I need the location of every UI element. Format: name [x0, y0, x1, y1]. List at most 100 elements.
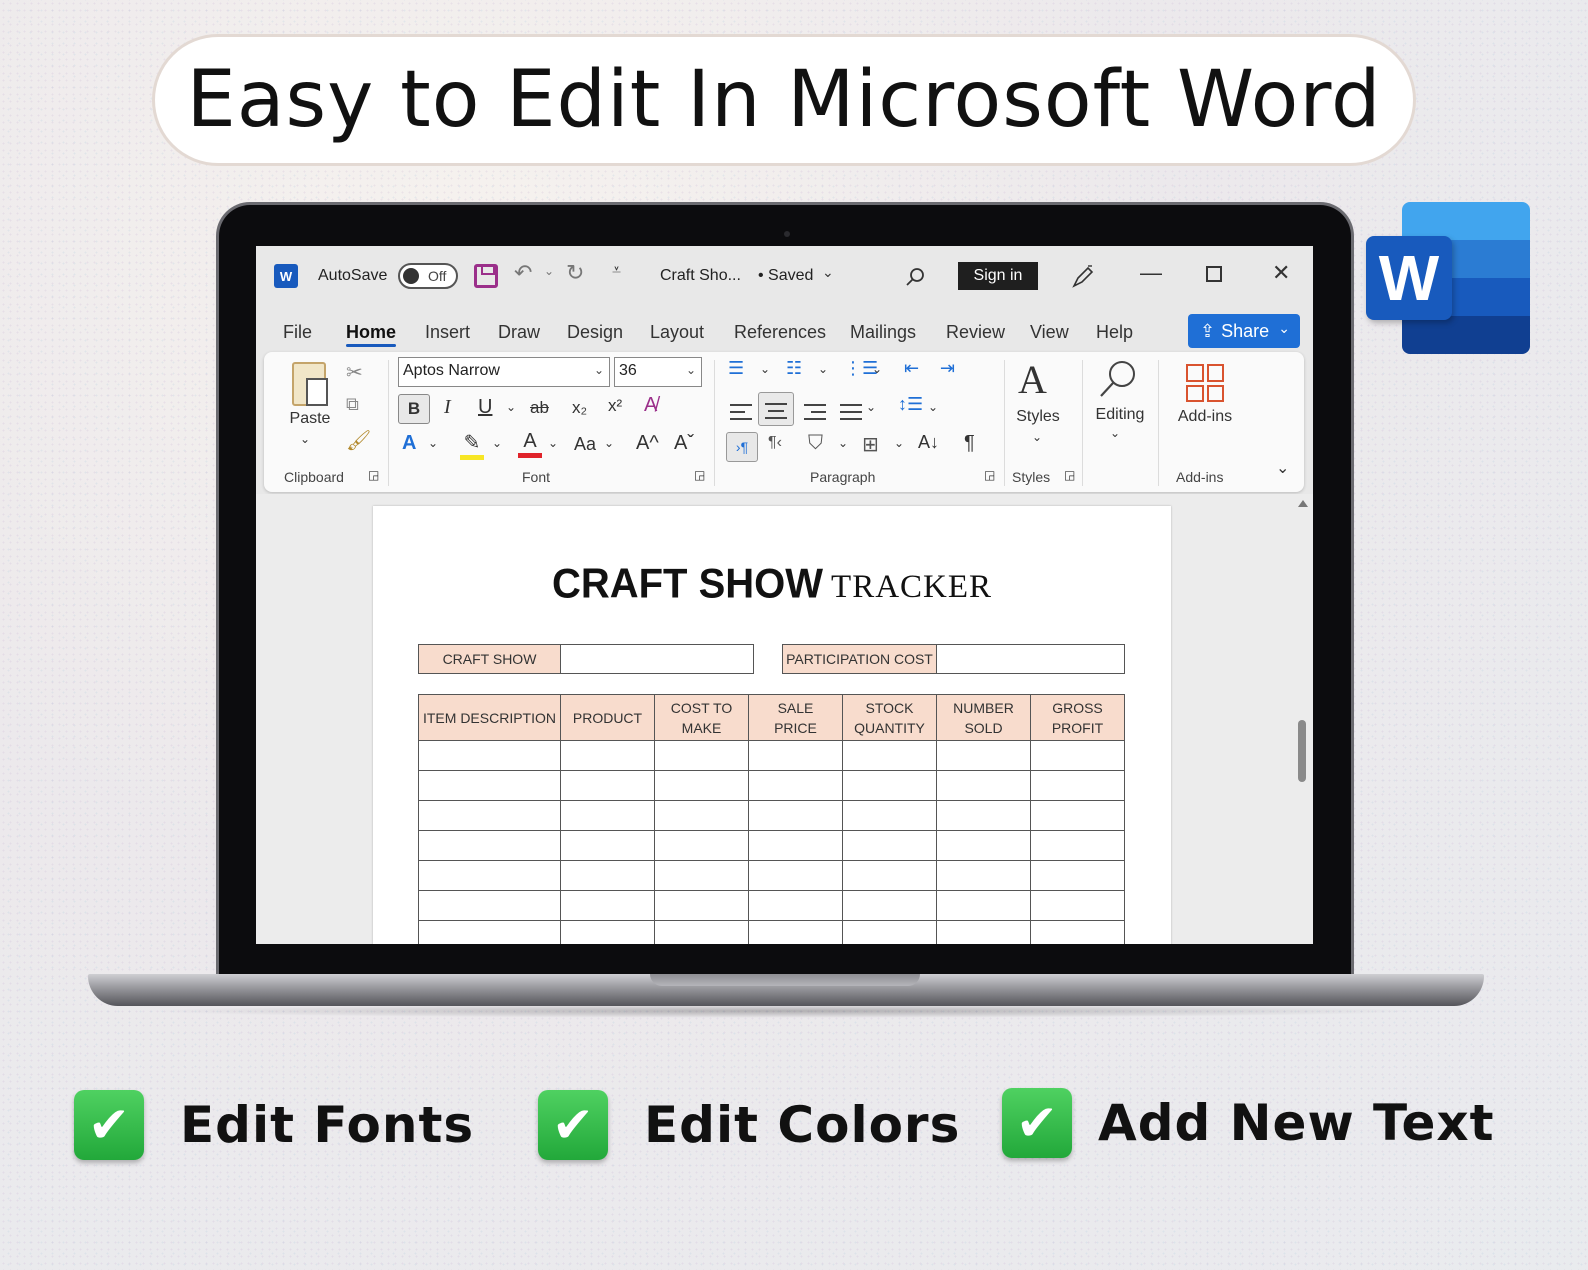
grow-font-button[interactable]: A^ [636, 432, 659, 455]
chevron-down-icon[interactable]: ⌄ [866, 400, 876, 414]
search-icon[interactable] [904, 266, 926, 288]
justify-icon[interactable] [840, 404, 862, 425]
table-cell[interactable] [418, 740, 561, 771]
tab-insert[interactable]: Insert [425, 322, 470, 343]
sort-icon[interactable]: A↓ [918, 432, 939, 453]
table-cell[interactable] [748, 920, 843, 944]
sign-in-button[interactable]: Sign in [958, 262, 1038, 290]
table-cell[interactable] [418, 830, 561, 861]
chevron-down-icon[interactable]: ⌄ [894, 436, 904, 450]
subscript-button[interactable]: x₂ [572, 398, 587, 418]
bullets-icon[interactable]: ☰ [728, 358, 744, 379]
table-cell[interactable] [842, 860, 937, 891]
chevron-down-icon[interactable]: ⌄ [822, 264, 834, 281]
cut-icon[interactable]: ✂ [346, 360, 363, 385]
chevron-down-icon[interactable]: ⌄ [492, 436, 502, 450]
table-cell[interactable] [936, 920, 1031, 944]
table-cell[interactable] [842, 890, 937, 921]
add-ins-button-label[interactable]: Add-ins [1166, 408, 1244, 426]
vertical-scrollbar[interactable] [1296, 494, 1310, 944]
table-cell[interactable] [418, 890, 561, 921]
autosave-toggle[interactable]: Off [398, 263, 458, 289]
table-cell[interactable] [654, 860, 749, 891]
paste-icon[interactable] [292, 362, 328, 406]
table-cell[interactable] [936, 890, 1031, 921]
paste-label[interactable]: Paste [282, 410, 338, 428]
table-cell[interactable] [748, 800, 843, 831]
table-cell[interactable] [1030, 890, 1125, 921]
redo-icon[interactable]: ↻ [566, 260, 584, 286]
designer-pen-icon[interactable] [1070, 264, 1096, 290]
decrease-indent-icon[interactable]: ⇤ [904, 358, 919, 379]
text-effects-icon[interactable]: A [402, 432, 416, 455]
dialog-launcher-icon[interactable]: ◲ [984, 468, 995, 482]
rtl-paragraph-icon[interactable]: ¶‹ [768, 434, 782, 452]
table-cell[interactable] [842, 920, 937, 944]
table-cell[interactable] [842, 740, 937, 771]
table-cell[interactable] [1030, 860, 1125, 891]
table-cell[interactable] [1030, 740, 1125, 771]
align-left-icon[interactable] [730, 404, 752, 425]
table-cell[interactable] [748, 860, 843, 891]
table-cell[interactable] [560, 830, 655, 861]
chevron-down-icon[interactable]: ⌄ [838, 436, 848, 450]
tab-file[interactable]: File [283, 322, 312, 343]
chevron-down-icon[interactable]: ⌄ [428, 436, 438, 450]
tab-help[interactable]: Help [1096, 322, 1133, 343]
table-cell[interactable] [418, 920, 561, 944]
table-cell[interactable] [654, 920, 749, 944]
shading-icon[interactable]: ⛉ [808, 432, 823, 455]
styles-icon[interactable]: A [1018, 356, 1047, 403]
craft-show-field[interactable]: CRAFT SHOW [418, 644, 754, 674]
tab-draw[interactable]: Draw [498, 322, 540, 343]
document-heading[interactable]: CRAFT SHOW TRACKER [373, 561, 1171, 607]
document-title[interactable]: Craft Sho... [660, 267, 741, 285]
table-cell[interactable] [936, 770, 1031, 801]
tab-home[interactable]: Home [346, 322, 396, 343]
dialog-launcher-icon[interactable]: ◲ [1064, 468, 1075, 482]
chevron-down-icon[interactable]: ⌄ [1032, 430, 1042, 444]
table-cell[interactable] [560, 740, 655, 771]
document-page[interactable]: CRAFT SHOW TRACKER CRAFT SHOW PARTICIPATI… [373, 506, 1171, 944]
chevron-down-icon[interactable]: ⌄ [300, 432, 310, 446]
table-cell[interactable] [654, 890, 749, 921]
dialog-launcher-icon[interactable]: ◲ [368, 468, 379, 482]
customize-toolbar-icon[interactable]: ⩡ [612, 262, 621, 280]
line-spacing-icon[interactable]: ↕☰ [898, 394, 923, 415]
editing-search-icon[interactable] [1096, 358, 1140, 402]
ltr-paragraph-button[interactable]: ›¶ [726, 432, 758, 462]
italic-button[interactable]: I [444, 396, 451, 419]
tab-design[interactable]: Design [567, 322, 623, 343]
share-button[interactable]: ⇪ Share ⌄ [1188, 314, 1300, 348]
close-icon[interactable]: ✕ [1272, 260, 1290, 286]
copy-icon[interactable]: ⧉ [346, 394, 359, 415]
table-cell[interactable] [936, 860, 1031, 891]
align-center-button[interactable] [758, 392, 794, 426]
tab-review[interactable]: Review [946, 322, 1005, 343]
table-cell[interactable] [748, 830, 843, 861]
table-cell[interactable] [842, 770, 937, 801]
table-cell[interactable] [936, 830, 1031, 861]
highlight-icon[interactable]: ✎ [460, 430, 484, 460]
table-cell[interactable] [418, 770, 561, 801]
participation-cost-value[interactable] [937, 645, 1124, 673]
table-cell[interactable] [842, 830, 937, 861]
table-cell[interactable] [418, 800, 561, 831]
table-cell[interactable] [418, 860, 561, 891]
editing-button-label[interactable]: Editing [1088, 406, 1152, 424]
table-cell[interactable] [748, 740, 843, 771]
saved-status[interactable]: • Saved [758, 267, 813, 285]
font-size-select[interactable]: 36 ⌄ [614, 357, 702, 387]
chevron-down-icon[interactable]: ⌄ [872, 362, 882, 376]
table-cell[interactable] [1030, 920, 1125, 944]
font-name-select[interactable]: Aptos Narrow ⌄ [398, 357, 610, 387]
clear-formatting-icon[interactable]: A̸ [644, 394, 657, 417]
table-cell[interactable] [1030, 800, 1125, 831]
maximize-icon[interactable] [1206, 266, 1222, 282]
tab-view[interactable]: View [1030, 322, 1069, 343]
table-cell[interactable] [654, 770, 749, 801]
craft-show-value[interactable] [561, 645, 753, 673]
table-cell[interactable] [560, 800, 655, 831]
dialog-launcher-icon[interactable]: ◲ [694, 468, 705, 482]
scroll-thumb[interactable] [1298, 720, 1306, 782]
